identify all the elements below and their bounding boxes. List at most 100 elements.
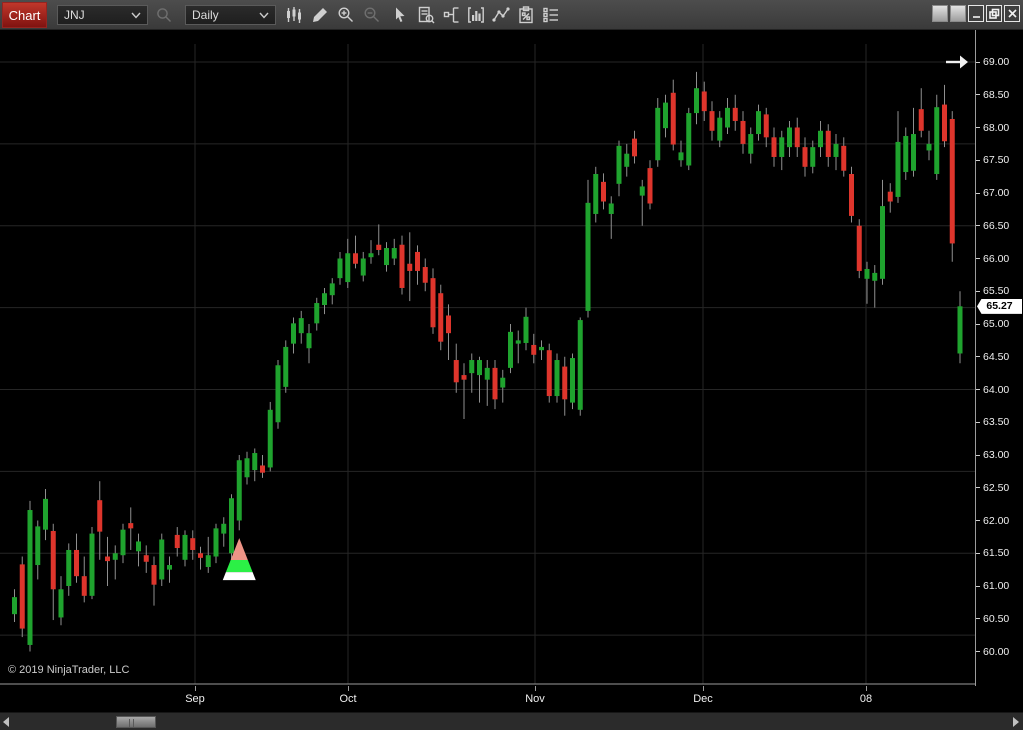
candle[interactable] xyxy=(810,147,815,167)
candle[interactable] xyxy=(733,108,738,121)
candle[interactable] xyxy=(252,453,257,470)
candlestick-plot[interactable] xyxy=(0,30,975,686)
candle[interactable] xyxy=(82,576,87,596)
candle[interactable] xyxy=(353,253,358,263)
zoom-in-icon[interactable] xyxy=(334,3,358,27)
candle[interactable] xyxy=(818,131,823,147)
candle[interactable] xyxy=(655,108,660,160)
cursor-icon[interactable] xyxy=(388,3,412,27)
candle[interactable] xyxy=(795,128,800,148)
candle[interactable] xyxy=(307,333,312,348)
candle[interactable] xyxy=(322,293,327,305)
candle[interactable] xyxy=(803,147,808,167)
candle[interactable] xyxy=(345,253,350,282)
chart-tab[interactable]: Chart xyxy=(2,2,47,28)
candle[interactable] xyxy=(167,565,172,570)
candle[interactable] xyxy=(369,253,374,257)
candle[interactable] xyxy=(338,259,343,279)
candle[interactable] xyxy=(128,523,133,528)
candle[interactable] xyxy=(516,340,521,343)
candle[interactable] xyxy=(276,365,281,422)
candle[interactable] xyxy=(849,174,854,216)
candle[interactable] xyxy=(314,303,319,323)
candle[interactable] xyxy=(919,109,924,131)
blank-window-button[interactable] xyxy=(932,5,948,22)
candle[interactable] xyxy=(865,269,870,279)
last-bar-arrow-icon[interactable] xyxy=(944,52,970,72)
candle[interactable] xyxy=(524,317,529,343)
candle[interactable] xyxy=(43,499,48,530)
candle[interactable] xyxy=(384,248,389,265)
candle[interactable] xyxy=(454,360,459,382)
candle[interactable] xyxy=(291,323,296,343)
candle[interactable] xyxy=(555,360,560,396)
blank-window-button[interactable] xyxy=(950,5,966,22)
strategies-icon[interactable] xyxy=(514,3,538,27)
candle[interactable] xyxy=(74,550,79,576)
candle[interactable] xyxy=(20,564,25,628)
candle[interactable] xyxy=(531,345,536,355)
candle[interactable] xyxy=(136,541,141,551)
minimize-button[interactable] xyxy=(968,5,984,22)
candle[interactable] xyxy=(214,528,219,556)
candle[interactable] xyxy=(958,306,963,353)
candle[interactable] xyxy=(648,168,653,203)
candle[interactable] xyxy=(748,134,753,154)
candle[interactable] xyxy=(779,137,784,157)
close-button[interactable] xyxy=(1004,5,1020,22)
candle[interactable] xyxy=(903,136,908,172)
candle[interactable] xyxy=(764,114,769,137)
candle[interactable] xyxy=(841,146,846,171)
candle[interactable] xyxy=(741,121,746,144)
candle[interactable] xyxy=(330,283,335,295)
candle[interactable] xyxy=(601,182,606,202)
candle[interactable] xyxy=(896,142,901,197)
candle[interactable] xyxy=(469,360,474,373)
candle[interactable] xyxy=(570,358,575,403)
candle[interactable] xyxy=(663,103,668,129)
candle[interactable] xyxy=(624,154,629,167)
chart-style-icon[interactable] xyxy=(282,3,306,27)
candle[interactable] xyxy=(702,91,707,111)
candle[interactable] xyxy=(446,315,451,333)
candle[interactable] xyxy=(857,226,862,271)
indicators-icon[interactable] xyxy=(464,3,488,27)
candle[interactable] xyxy=(772,137,777,157)
candle[interactable] xyxy=(59,589,64,617)
candle[interactable] xyxy=(35,526,40,565)
candle[interactable] xyxy=(686,113,691,165)
candle[interactable] xyxy=(787,128,792,148)
candle[interactable] xyxy=(245,458,250,477)
candle[interactable] xyxy=(229,498,234,553)
candle[interactable] xyxy=(415,252,420,271)
candle[interactable] xyxy=(299,318,304,333)
pencil-icon[interactable] xyxy=(308,3,332,27)
candle[interactable] xyxy=(911,134,916,171)
price-axis[interactable]: 65.27 69.0068.5068.0067.5067.0066.5066.0… xyxy=(975,30,1023,686)
candle[interactable] xyxy=(694,88,699,113)
candle[interactable] xyxy=(144,555,149,562)
candle[interactable] xyxy=(431,278,436,327)
candle[interactable] xyxy=(872,273,877,281)
restore-button[interactable] xyxy=(986,5,1002,22)
candle[interactable] xyxy=(710,111,715,131)
candle[interactable] xyxy=(950,119,955,243)
symbol-combo[interactable]: JNJ xyxy=(57,5,148,25)
candle[interactable] xyxy=(927,144,932,151)
candle[interactable] xyxy=(679,152,684,160)
candle[interactable] xyxy=(725,108,730,128)
scroll-left-icon[interactable] xyxy=(3,717,9,727)
candle[interactable] xyxy=(942,105,947,142)
horizontal-scrollbar[interactable] xyxy=(0,712,1023,730)
candle[interactable] xyxy=(260,465,265,472)
candle[interactable] xyxy=(508,332,513,368)
candle[interactable] xyxy=(121,530,126,556)
properties-icon[interactable] xyxy=(539,3,563,27)
candle[interactable] xyxy=(462,375,467,380)
candle[interactable] xyxy=(934,107,939,174)
candle[interactable] xyxy=(609,203,614,213)
candle[interactable] xyxy=(547,350,552,396)
scrollbar-thumb[interactable] xyxy=(116,716,156,728)
candle[interactable] xyxy=(756,111,761,134)
candle[interactable] xyxy=(90,534,95,596)
